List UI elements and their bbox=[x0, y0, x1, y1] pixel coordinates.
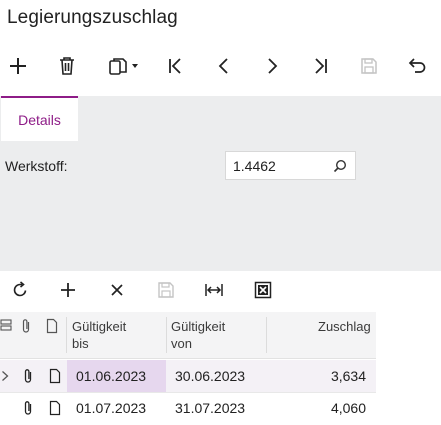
next-record-button[interactable] bbox=[260, 54, 284, 78]
grid-remove-button[interactable] bbox=[106, 279, 128, 301]
row-status-icon bbox=[0, 319, 12, 338]
table-row[interactable]: 01.06.2023 30.06.2023 3,634 bbox=[0, 360, 376, 392]
werkstoff-value: 1.4462 bbox=[233, 158, 276, 174]
table-row[interactable]: 01.07.2023 31.07.2023 4,060 bbox=[0, 392, 376, 424]
delete-icon bbox=[60, 57, 74, 75]
column-header-zuschlag[interactable]: Zuschlag bbox=[318, 318, 371, 335]
attachment-icon[interactable] bbox=[22, 368, 34, 389]
page-title: Legierungszuschlag bbox=[7, 7, 178, 28]
fit-columns-icon bbox=[205, 284, 223, 296]
undo-icon bbox=[408, 58, 426, 73]
cell-zuschlag[interactable]: 3,634 bbox=[331, 368, 366, 384]
refresh-button[interactable] bbox=[9, 279, 31, 301]
first-record-icon bbox=[169, 58, 181, 74]
column-divider bbox=[66, 317, 67, 353]
next-record-icon bbox=[268, 58, 278, 74]
delete-button[interactable] bbox=[55, 54, 79, 78]
last-record-button[interactable] bbox=[309, 54, 333, 78]
previous-record-button[interactable] bbox=[212, 54, 236, 78]
document-column-icon bbox=[46, 318, 58, 339]
werkstoff-label: Werkstoff: bbox=[5, 158, 68, 174]
add-icon bbox=[10, 58, 26, 74]
column-header-von[interactable]: Gültigkeit von bbox=[171, 318, 225, 352]
cell-bis[interactable]: 01.06.2023 bbox=[76, 368, 146, 384]
column-header-bis-line2: bis bbox=[72, 336, 89, 351]
first-record-button[interactable] bbox=[163, 54, 187, 78]
column-divider bbox=[166, 317, 167, 353]
details-panel: Details Werkstoff: 1.4462 bbox=[0, 96, 441, 271]
cell-von[interactable]: 30.06.2023 bbox=[175, 368, 245, 384]
refresh-icon bbox=[13, 281, 27, 297]
save-icon bbox=[361, 58, 377, 74]
remove-icon bbox=[111, 284, 123, 296]
cell-von[interactable]: 31.07.2023 bbox=[175, 400, 245, 416]
column-header-bis[interactable]: Gültigkeit bis bbox=[72, 318, 126, 352]
search-button[interactable] bbox=[333, 159, 347, 178]
save-icon bbox=[158, 282, 174, 298]
add-button[interactable] bbox=[6, 54, 30, 78]
row-indicator-icon bbox=[1, 369, 9, 387]
previous-record-icon bbox=[218, 58, 228, 74]
werkstoff-field[interactable]: 1.4462 bbox=[225, 151, 356, 180]
copy-dropdown-button[interactable] bbox=[104, 54, 144, 78]
tab-details-label: Details bbox=[18, 111, 61, 128]
attachment-column-icon bbox=[20, 318, 32, 339]
cell-zuschlag[interactable]: 4,060 bbox=[331, 400, 366, 416]
main-toolbar bbox=[0, 48, 441, 84]
excel-export-icon bbox=[254, 281, 272, 299]
column-divider bbox=[266, 317, 267, 353]
add-icon bbox=[61, 283, 75, 297]
document-icon[interactable] bbox=[49, 400, 61, 421]
chevron-down-icon bbox=[132, 64, 138, 68]
grid-toolbar bbox=[0, 276, 441, 304]
grid-header: Gültigkeit bis Gültigkeit von Zuschlag bbox=[0, 312, 376, 359]
tab-details[interactable]: Details bbox=[1, 96, 78, 141]
grid-save-button[interactable] bbox=[155, 279, 177, 301]
undo-button[interactable] bbox=[405, 54, 429, 78]
cell-bis[interactable]: 01.07.2023 bbox=[76, 400, 146, 416]
column-header-von-line1: Gültigkeit bbox=[171, 319, 226, 334]
column-header-zuschlag-line1: Zuschlag bbox=[318, 319, 371, 334]
column-header-von-line2: von bbox=[171, 336, 192, 351]
excel-export-button[interactable] bbox=[252, 279, 274, 301]
last-record-icon bbox=[315, 58, 327, 74]
document-icon[interactable] bbox=[49, 368, 61, 389]
copy-icon bbox=[109, 58, 127, 75]
search-icon bbox=[333, 159, 347, 173]
save-button[interactable] bbox=[357, 54, 381, 78]
attachment-icon[interactable] bbox=[22, 400, 34, 421]
fit-columns-button[interactable] bbox=[203, 279, 225, 301]
column-header-bis-line1: Gültigkeit bbox=[72, 319, 127, 334]
grid-add-button[interactable] bbox=[57, 279, 79, 301]
